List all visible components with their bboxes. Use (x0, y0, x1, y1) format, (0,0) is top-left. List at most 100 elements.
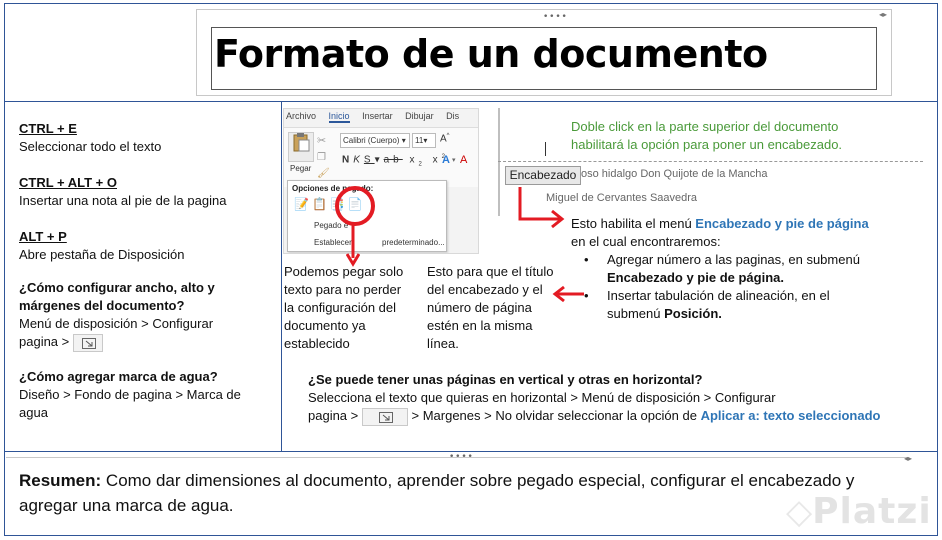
shortcut-3: ALT + P Abre pestaña de Disposición (19, 228, 185, 264)
clipboard-icon (293, 133, 310, 152)
format-painter-icon[interactable]: 🖌 (317, 168, 330, 179)
text: Esto habilita el menú (571, 216, 696, 231)
list-item: • Insertar tabulación de alineación, en … (584, 287, 914, 323)
bullet-text: Posición. (664, 306, 722, 321)
orientation-answer: Selecciona el texto que quieras en horiz… (308, 390, 776, 405)
instruction-line: habilitará la opción para poner un encab… (571, 137, 843, 152)
tab-archivo[interactable]: Archivo (286, 111, 316, 121)
shortcut-desc: Abre pestaña de Disposición (19, 247, 185, 262)
paste-merge-icon[interactable]: 📋 (312, 197, 330, 211)
bullet: • (584, 252, 589, 267)
platzi-logo: ◇Platzi (786, 488, 932, 532)
text-cursor (545, 142, 546, 156)
note-line: línea. (427, 336, 459, 351)
page-setup-launcher-icon[interactable] (72, 333, 103, 352)
page-setup-launcher-icon[interactable] (361, 407, 408, 426)
bold-icon[interactable]: N (342, 154, 353, 165)
orientation-answer: pagina > (308, 408, 359, 423)
bullet-text: submenú (607, 306, 665, 321)
ribbon-tabs: Archivo Inicio Insertar Dibujar Dis (286, 111, 469, 123)
drag-handle-icon[interactable]: • • • • (449, 452, 473, 462)
explanation-line: Esto habilita el menú Encabezado y pie d… (571, 215, 911, 233)
note-line: Esto para que el título (427, 264, 554, 279)
shortcut-desc: Seleccionar todo el texto (19, 139, 162, 154)
note-line: documento ya (284, 318, 366, 333)
set-default-paste-item[interactable]: Establecer predeterminado... (314, 238, 445, 247)
header-menu-explanation: Esto habilita el menú Encabezado y pie d… (571, 215, 911, 251)
ribbon-body: Pegar ✂ ❐ 🖌 Calibri (Cuerpo) ▾ 11▾ A^ NK… (284, 127, 478, 187)
title-textbox[interactable]: • • • • ◂▸ Formato de un documento (196, 9, 892, 96)
title-frame: Formato de un documento (211, 27, 877, 90)
font-size-select[interactable]: 11▾ (412, 133, 436, 148)
instruction-text: Doble click en la parte superior del doc… (571, 118, 901, 154)
bullet-text: Insertar tabulación de alineación, en el (607, 288, 830, 303)
orientation-answer-line: pagina > > Margenes > No olvidar selecci… (308, 407, 908, 426)
format-buttons: NKS▾ab x2 x2 (342, 154, 449, 168)
red-down-arrow-icon (346, 224, 360, 267)
bullet-line: submenú Posición. (607, 305, 914, 323)
font-size-value: 11 (415, 136, 424, 145)
paste-button[interactable] (288, 132, 314, 162)
copy-icon[interactable]: ❐ (317, 152, 326, 163)
faq-question: ¿Cómo configurar ancho, alto y márgenes … (19, 280, 215, 313)
header-text[interactable]: oso hidalgo Don Quijote de la Mancha (581, 168, 768, 180)
tab-diseno[interactable]: Dis (446, 111, 459, 121)
paste-note: Podemos pegar solo texto para no perder … (284, 263, 414, 353)
shortcut-key: CTRL + E (19, 121, 77, 136)
author-text[interactable]: Miguel de Cervantes Saavedra (546, 192, 697, 204)
tab-inicio[interactable]: Inicio (328, 111, 350, 123)
shortcut-key: ALT + P (19, 229, 67, 244)
orientation-answer: > Margenes > No olvidar seleccionar la o… (411, 408, 701, 423)
red-left-arrow-icon (552, 285, 584, 303)
column-divider (281, 101, 282, 451)
resize-arrows-icon[interactable]: ◂▸ (879, 10, 887, 19)
shortcut-2: CTRL + ALT + O Insertar una nota al pie … (19, 174, 226, 210)
note-line: establecido (284, 336, 350, 351)
faq-watermark: ¿Cómo agregar marca de agua? Diseño > Fo… (19, 368, 259, 422)
faq-answer-line: pagina > (19, 333, 259, 352)
dropdown-arrow-icon[interactable]: ▾ (452, 156, 456, 164)
summary-label: Resumen: (19, 471, 102, 490)
grow-font-icon[interactable]: A^ (440, 133, 450, 144)
paste-label: Pegar (290, 164, 312, 173)
cut-icon[interactable]: ✂ (317, 134, 326, 147)
faq-page-setup: ¿Cómo configurar ancho, alto y márgenes … (19, 279, 259, 352)
bullet-text: Agregar número a las paginas, en submenú (607, 252, 860, 267)
note-line: texto para no perder (284, 282, 402, 297)
highlight-circle (335, 186, 375, 226)
platzi-logo-icon: ◇ (786, 492, 813, 532)
strikethrough-icon[interactable]: ab (384, 154, 403, 165)
word-ribbon-screenshot: Archivo Inicio Insertar Dibujar Dis Pega… (283, 108, 479, 254)
drag-handle-icon[interactable]: • • • • (543, 12, 567, 22)
header-note: Esto para que el título del encabezado y… (427, 263, 567, 353)
faq-answer: pagina > (19, 334, 70, 349)
shortcut-desc: Insertar una nota al pie de la pagina (19, 193, 227, 208)
menu-item-text: predeterminado... (382, 238, 445, 247)
list-item: • Agregar número a las paginas, en subme… (584, 251, 914, 287)
highlight-text: Aplicar a: texto seleccionado (700, 408, 881, 423)
paste-keep-formatting-icon[interactable]: 📝 (294, 197, 312, 211)
top-divider (4, 101, 938, 102)
header-feature-list: • Agregar número a las paginas, en subme… (584, 251, 914, 323)
faq-answer: agua (19, 405, 48, 420)
instruction-line: Doble click en la parte superior del doc… (571, 119, 839, 134)
summary-body: Como dar dimensiones al documento, apren… (19, 471, 855, 515)
page-title: Formato de un documento (214, 32, 768, 76)
summary-text: Resumen: Como dar dimensiones al documen… (19, 468, 889, 518)
explanation-line: en el cual encontraremos: (571, 234, 721, 249)
note-line: estén en la misma (427, 318, 533, 333)
tab-dibujar[interactable]: Dibujar (405, 111, 434, 121)
resize-arrows-icon[interactable]: ◂▸ (904, 454, 912, 463)
italic-icon[interactable]: K (353, 154, 364, 165)
header-tag[interactable]: Encabezado (505, 166, 581, 185)
shortcut-key: CTRL + ALT + O (19, 175, 117, 190)
font-color-icon[interactable]: A (460, 154, 467, 166)
tab-insertar[interactable]: Insertar (362, 111, 393, 121)
bullet-text: Encabezado y pie de página. (607, 270, 784, 285)
underline-icon[interactable]: S (364, 154, 375, 165)
font-name-select[interactable]: Calibri (Cuerpo) ▾ (340, 133, 410, 148)
bullet: • (584, 288, 589, 303)
shortcut-1: CTRL + E Seleccionar todo el texto (19, 120, 161, 156)
text-effects-icon[interactable]: A (442, 154, 450, 166)
highlight-text: Encabezado y pie de página (695, 216, 869, 231)
